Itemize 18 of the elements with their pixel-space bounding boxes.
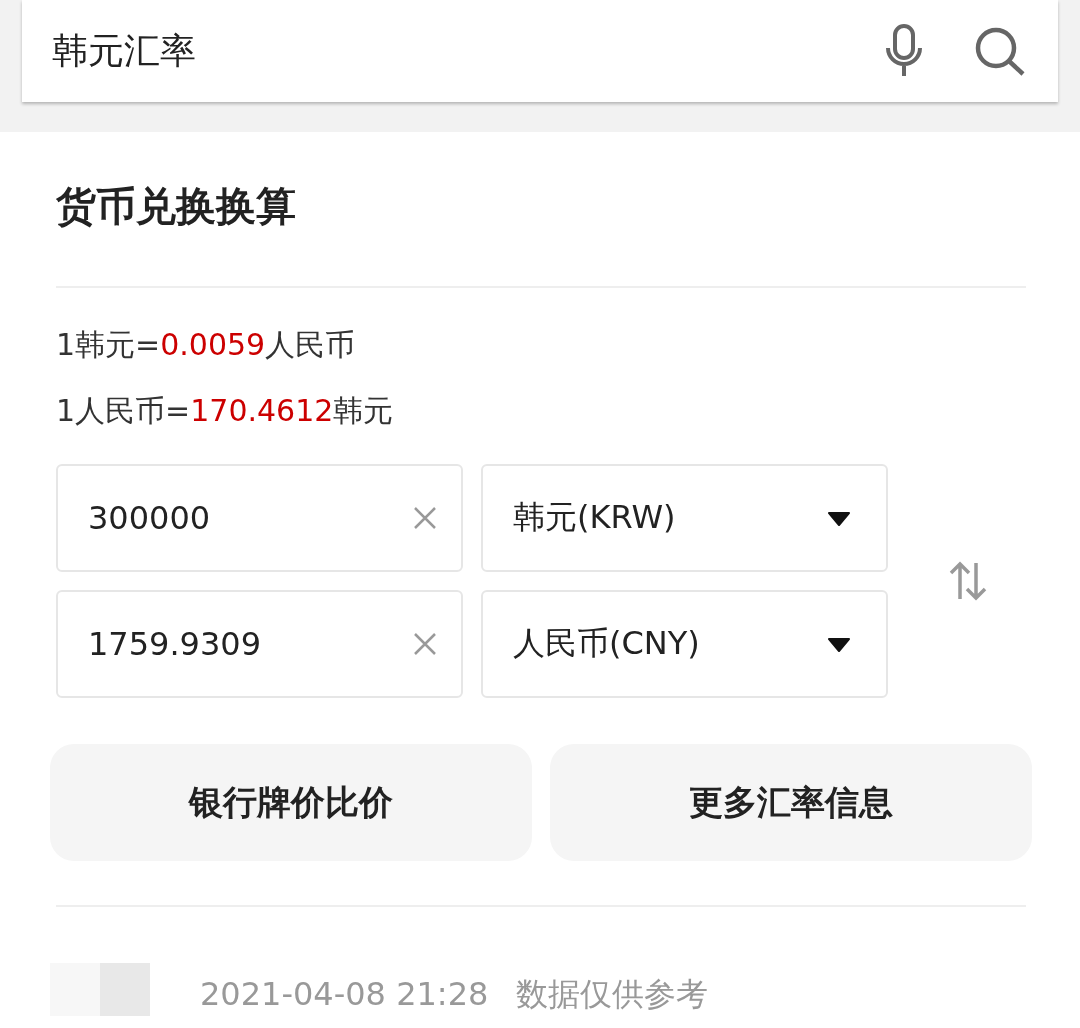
amount-field[interactable]: 300000 [56, 464, 463, 572]
swap-icon[interactable] [948, 561, 988, 601]
clear-icon[interactable] [413, 632, 437, 656]
currency-dropdown[interactable]: 韩元(KRW) [481, 464, 888, 572]
search-bar[interactable]: 韩元汇率 [22, 0, 1058, 102]
clear-icon[interactable] [413, 506, 437, 530]
timestamp: 2021-04-08 21:28 [200, 975, 489, 1013]
disclaimer-text: 数据仅供参考 [516, 975, 709, 1013]
action-button[interactable]: 更多汇率信息 [550, 744, 1032, 861]
microphone-icon[interactable] [884, 24, 924, 78]
amount-field[interactable]: 1759.9309 [56, 590, 463, 698]
exchange-rate-text: 1人民币=170.4612韩元 [56, 392, 395, 430]
exchange-rate-text: 1韩元=0.0059人民币 [56, 326, 357, 364]
action-button[interactable]: 银行牌价比价 [50, 744, 532, 861]
caret-icon [828, 510, 850, 526]
currency-dropdown[interactable]: 人民币(CNY) [481, 590, 888, 698]
card-title: 货币兑换换算 [56, 182, 297, 231]
caret-icon [828, 636, 850, 652]
